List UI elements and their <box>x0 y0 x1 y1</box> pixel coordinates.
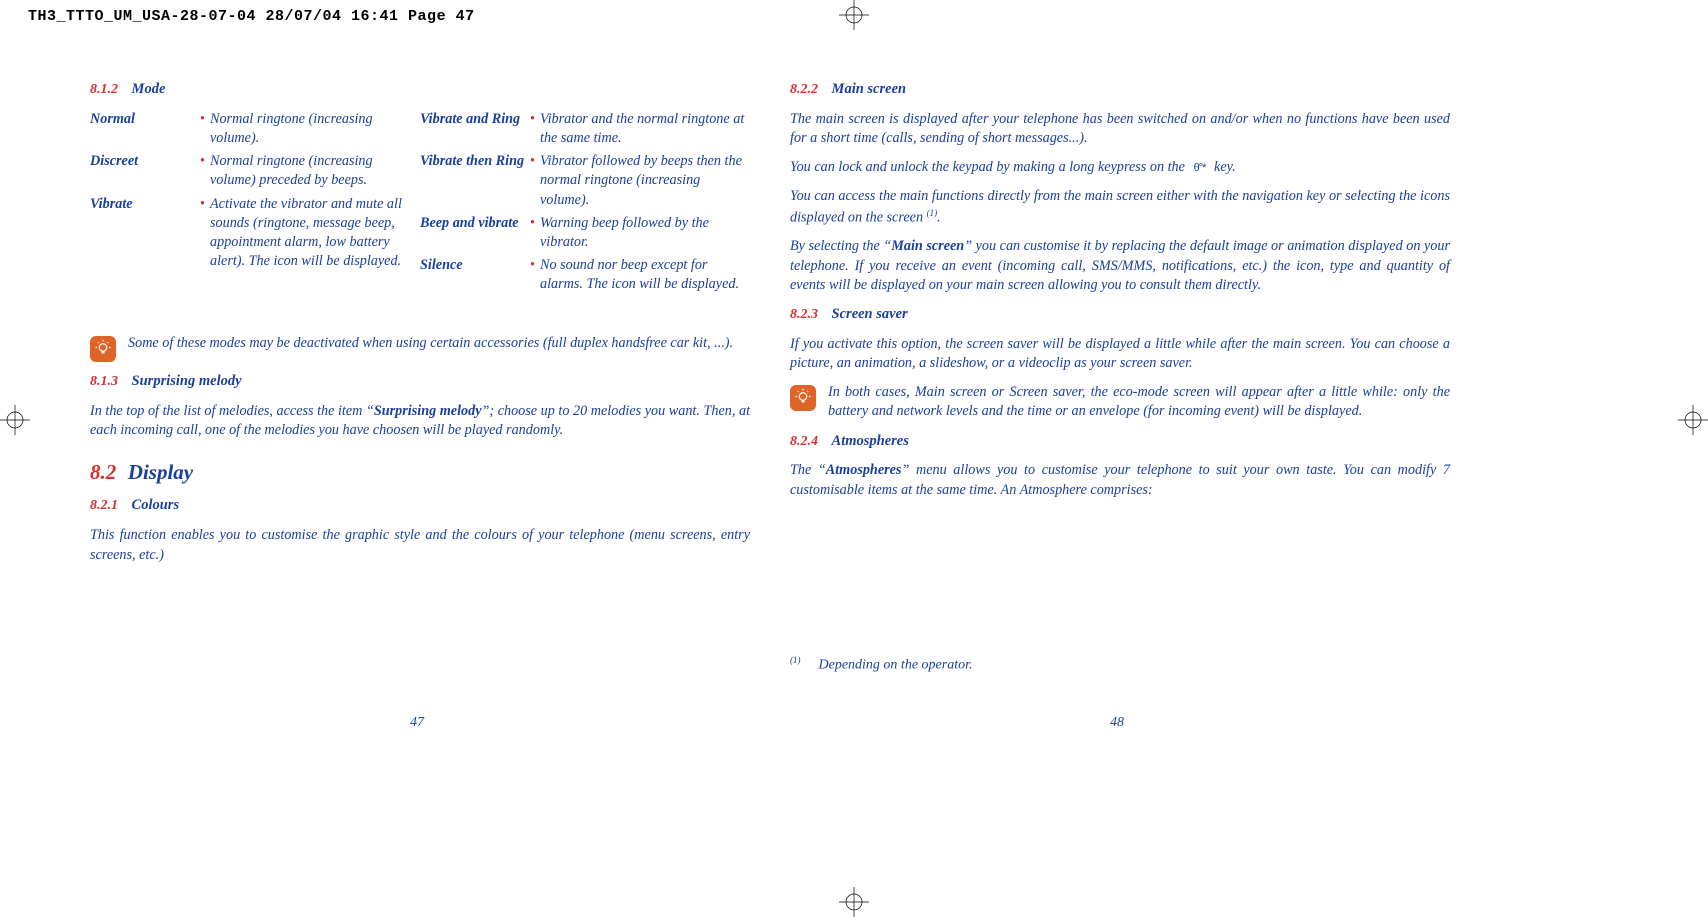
registration-mark-icon <box>1678 405 1708 435</box>
footnote-marker: (1) <box>790 655 801 665</box>
tip-lightbulb-icon <box>90 336 116 362</box>
heading-8-2-3: 8.2.3 Screen saver <box>790 305 1450 325</box>
section-number: 8.2 <box>90 460 116 484</box>
mode-row: Normal •Normal ringtone (increasing volu… <box>90 110 410 148</box>
text-run: key. <box>1210 159 1235 175</box>
heading-8-2-4: 8.2.4 Atmospheres <box>790 432 1450 452</box>
mode-label: Vibrate then Ring <box>420 152 530 210</box>
mode-label: Vibrate and Ring <box>420 110 530 148</box>
page-48: 8.2.2 Main screen The main screen is dis… <box>790 80 1450 510</box>
mode-label: Discreet <box>90 152 200 190</box>
section-title: Colours <box>132 497 180 513</box>
heading-8-1-2: 8.1.2 Mode <box>90 80 750 100</box>
mode-desc-text: Vibrator and the normal ringtone at the … <box>540 111 744 146</box>
mode-description: •Activate the vibrator and mute all soun… <box>200 195 410 272</box>
section-title: Screen saver <box>832 306 908 322</box>
footnote-ref: (1) <box>927 208 938 218</box>
section-number: 8.1.3 <box>90 374 118 389</box>
section-title: Display <box>128 460 193 484</box>
section-title: Surprising melody <box>132 373 242 389</box>
mode-row: Beep and vibrate •Warning beep followed … <box>420 214 750 252</box>
paragraph: This function enables you to customise t… <box>90 526 750 564</box>
text-run: . <box>937 209 941 225</box>
mode-desc-text: Normal ringtone (increasing volume) prec… <box>210 153 373 188</box>
page-slug: TH3_TTTO_UM_USA-28-07-04 28/07/04 16:41 … <box>28 8 475 25</box>
section-number: 8.2.2 <box>790 82 818 97</box>
section-number: 8.1.2 <box>90 82 118 97</box>
text-run: The “ <box>790 462 826 478</box>
mode-row: Silence •No sound nor beep except for al… <box>420 256 750 294</box>
text-bold: Atmospheres <box>826 462 902 478</box>
heading-8-2-1: 8.2.1 Colours <box>90 496 750 516</box>
page-47: 8.1.2 Mode Normal •Normal ringtone (incr… <box>90 80 750 575</box>
registration-mark-icon <box>839 887 869 917</box>
tip-block: In both cases, Main screen or Screen sav… <box>790 383 1450 421</box>
text-run: In the top of the list of melodies, acce… <box>90 403 374 419</box>
tip-text: In both cases, Main screen or Screen sav… <box>828 383 1450 421</box>
text-bold: Main screen <box>891 238 964 254</box>
mode-row: Discreet •Normal ringtone (increasing vo… <box>90 152 410 190</box>
mode-desc-text: Warning beep followed by the vibrator. <box>540 215 709 250</box>
section-title: Atmospheres <box>832 433 909 449</box>
mode-label: Normal <box>90 110 200 148</box>
mode-row: Vibrate then Ring •Vibrator followed by … <box>420 152 750 210</box>
footnote: (1) Depending on the operator. <box>790 655 972 674</box>
mode-row: Vibrate and Ring •Vibrator and the norma… <box>420 110 750 148</box>
tip-block: Some of these modes may be deactivated w… <box>90 334 750 362</box>
section-number: 8.2.3 <box>790 307 818 322</box>
mode-description: •Warning beep followed by the vibrator. <box>530 214 750 252</box>
mode-desc-text: Activate the vibrator and mute all sound… <box>210 196 402 270</box>
mode-label: Beep and vibrate <box>420 214 530 252</box>
section-number: 8.2.1 <box>90 498 118 513</box>
paragraph: You can access the main functions direct… <box>790 187 1450 227</box>
section-number: 8.2.4 <box>790 434 818 449</box>
mode-label: Vibrate <box>90 195 200 272</box>
registration-mark-icon <box>0 405 30 435</box>
text-bold: Surprising melody <box>374 403 482 419</box>
section-title: Main screen <box>832 81 907 97</box>
mode-desc-text: Vibrator followed by beeps then the norm… <box>540 153 742 207</box>
heading-8-1-3: 8.1.3 Surprising melody <box>90 372 750 392</box>
mode-label: Silence <box>420 256 530 294</box>
page-number: 47 <box>410 715 424 731</box>
mode-column-2: Vibrate and Ring •Vibrator and the norma… <box>420 110 750 299</box>
paragraph: The main screen is displayed after your … <box>790 110 1450 148</box>
heading-8-2: 8.2 Display <box>90 458 750 486</box>
paragraph: If you activate this option, the screen … <box>790 335 1450 373</box>
mode-desc-text: No sound nor beep except for alarms. The… <box>540 257 739 292</box>
theta-key-icon: θ°* <box>1188 161 1210 176</box>
mode-description: •Vibrator followed by beeps then the nor… <box>530 152 750 210</box>
mode-description: •Vibrator and the normal ringtone at the… <box>530 110 750 148</box>
mode-desc-text: Normal ringtone (increasing volume). <box>210 111 373 146</box>
mode-description: •Normal ringtone (increasing volume). <box>200 110 410 148</box>
tip-lightbulb-icon <box>790 385 816 411</box>
text-run: You can access the main functions direct… <box>790 188 1450 225</box>
mode-row: Vibrate •Activate the vibrator and mute … <box>90 195 410 272</box>
footnote-text: Depending on the operator. <box>819 658 973 673</box>
paragraph: The “Atmospheres” menu allows you to cus… <box>790 461 1450 499</box>
mode-column-1: Normal •Normal ringtone (increasing volu… <box>90 110 410 275</box>
page-number: 48 <box>1110 715 1124 731</box>
heading-8-2-2: 8.2.2 Main screen <box>790 80 1450 100</box>
text-run: You can lock and unlock the keypad by ma… <box>790 159 1188 175</box>
mode-description: •No sound nor beep except for alarms. Th… <box>530 256 750 294</box>
registration-mark-icon <box>839 0 869 30</box>
mode-table: Normal •Normal ringtone (increasing volu… <box>90 110 750 320</box>
tip-text: Some of these modes may be deactivated w… <box>128 334 750 362</box>
paragraph: By selecting the “Main screen” you can c… <box>790 237 1450 295</box>
paragraph: In the top of the list of melodies, acce… <box>90 402 750 440</box>
mode-description: •Normal ringtone (increasing volume) pre… <box>200 152 410 190</box>
text-run: By selecting the “ <box>790 238 891 254</box>
section-title: Mode <box>132 81 166 97</box>
paragraph: You can lock and unlock the keypad by ma… <box>790 158 1450 177</box>
